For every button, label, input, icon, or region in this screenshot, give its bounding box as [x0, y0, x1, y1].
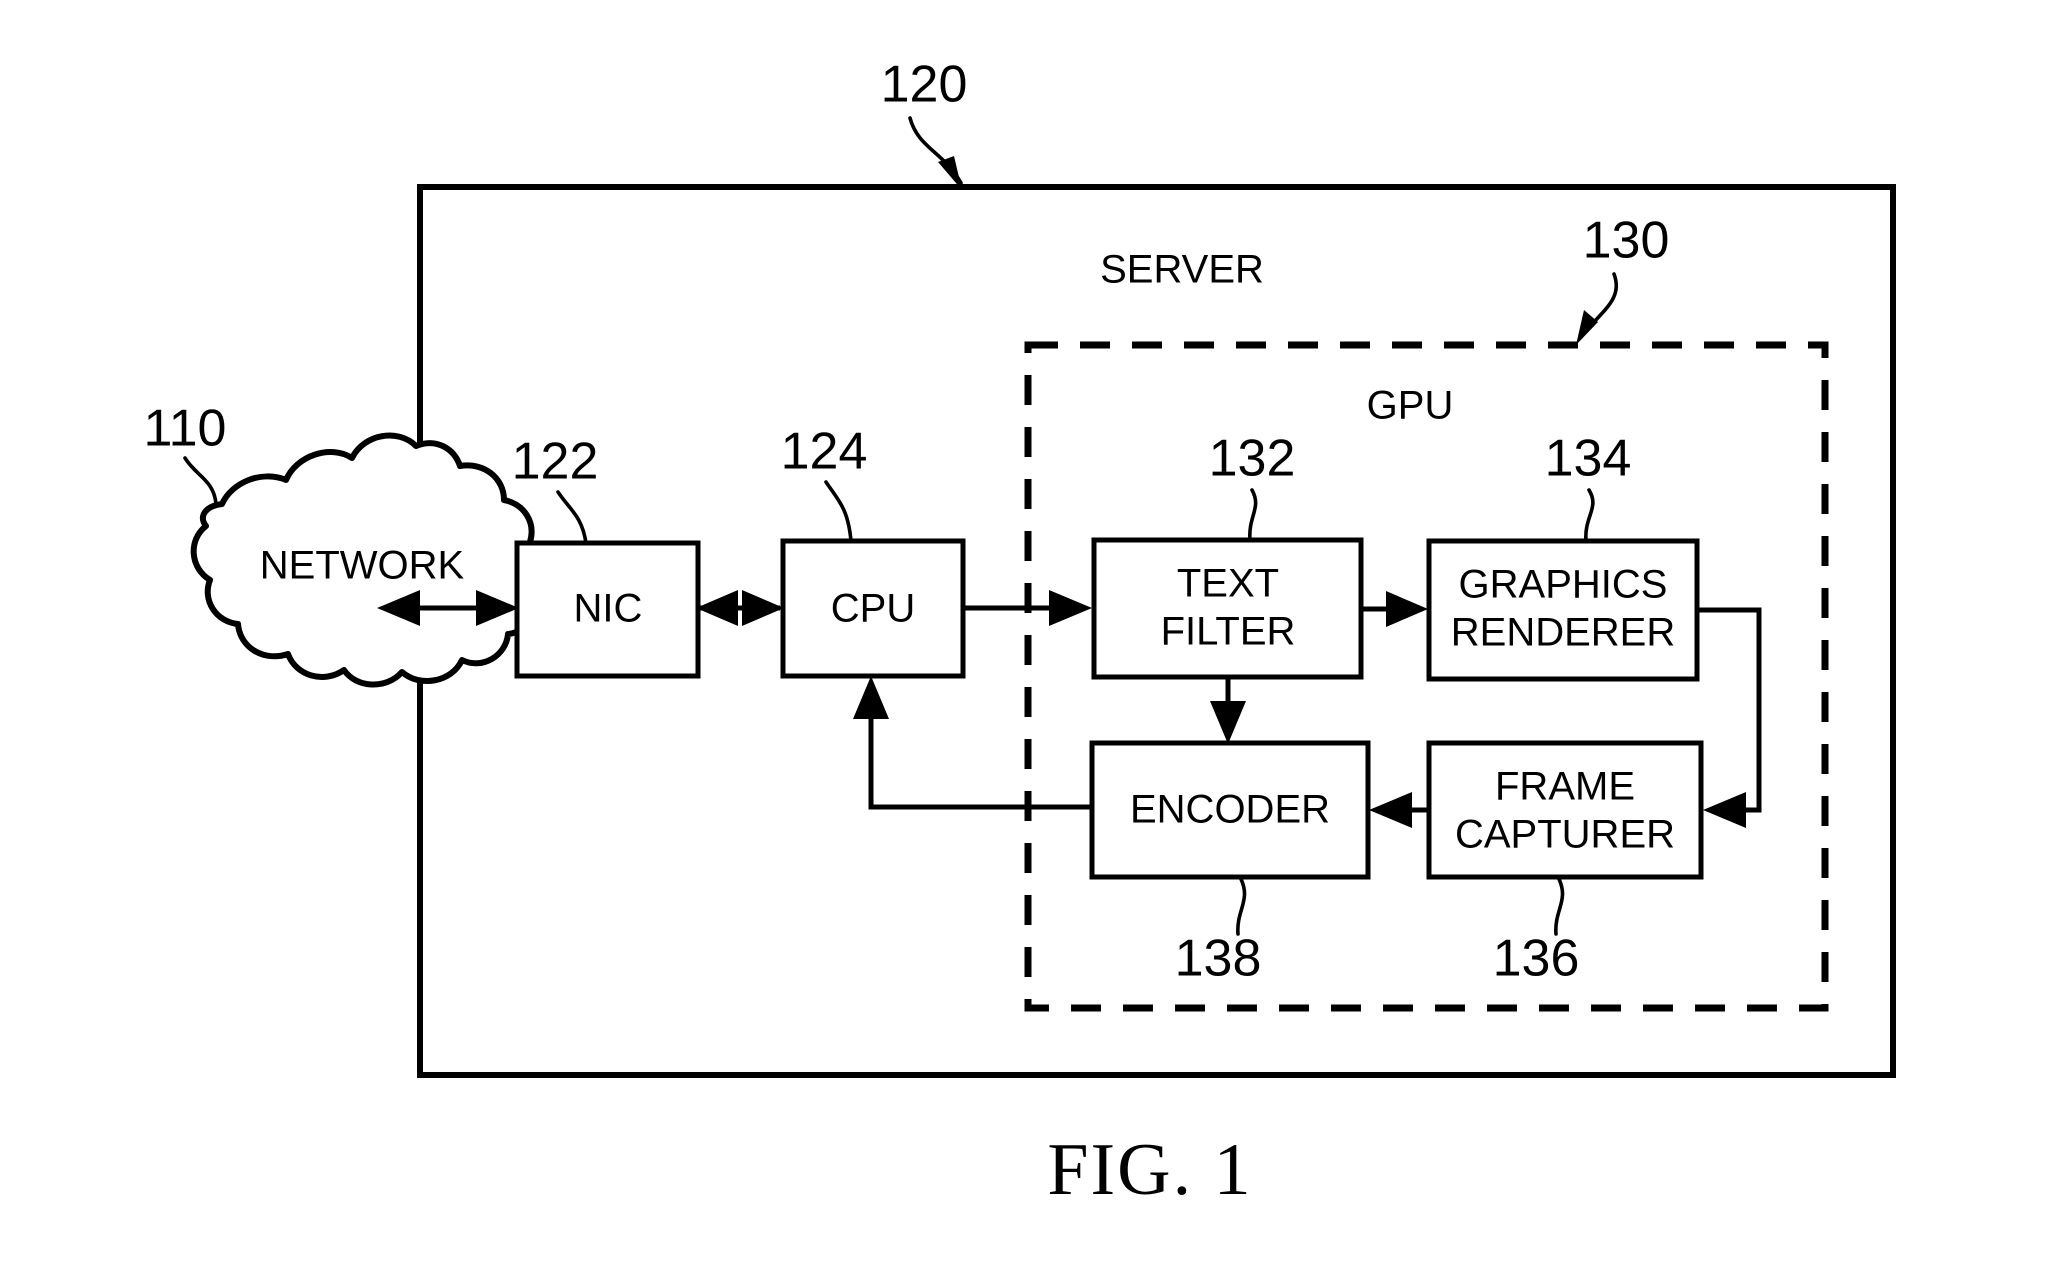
gpu-label: GPU — [1367, 384, 1454, 428]
ref-138: 138 — [1175, 930, 1262, 988]
arrow-nic-cpu-left — [696, 590, 738, 626]
leader-124 — [824, 480, 853, 543]
leader-136 — [1554, 875, 1565, 936]
leader-130-arrowhead — [1576, 310, 1598, 345]
server-label: SERVER — [1100, 248, 1264, 292]
arrow-text-filter-graphics-renderer — [1386, 591, 1428, 627]
ref-110: 110 — [144, 400, 227, 458]
ref-122: 122 — [512, 433, 599, 491]
leader-134 — [1584, 488, 1595, 543]
network-label: NETWORK — [260, 544, 465, 588]
arrow-graphics-renderer-frame-capturer — [1703, 792, 1746, 828]
graphics-renderer-label-line1: GRAPHICS — [1459, 563, 1668, 607]
arrow-cpu-text-filter — [1049, 590, 1092, 626]
leader-122 — [556, 490, 588, 545]
ref-130: 130 — [1583, 212, 1670, 270]
frame-capturer-label-line2: CAPTURER — [1455, 813, 1675, 857]
text-filter-box — [1091, 537, 1364, 680]
graphics-renderer-label-line2: RENDERER — [1451, 611, 1675, 655]
leader-132 — [1248, 488, 1258, 542]
arrow-frame-capturer-encoder — [1369, 792, 1412, 828]
ref-132: 132 — [1209, 430, 1296, 488]
nic-label: NIC — [574, 587, 643, 631]
arrow-encoder-cpu — [853, 676, 889, 719]
cpu-label: CPU — [831, 587, 915, 631]
conn-encoder-cpu — [868, 700, 1092, 810]
ref-120: 120 — [881, 56, 968, 114]
text-filter-label-line1: TEXT — [1177, 562, 1279, 606]
patent-figure: NETWORK 110 NIC 122 CPU 124 SERVER 120 G… — [0, 0, 2066, 1287]
ref-136: 136 — [1493, 930, 1580, 988]
leader-110 — [183, 456, 218, 506]
text-filter-label-line2: FILTER — [1161, 610, 1296, 654]
frame-capturer-label-line1: FRAME — [1495, 765, 1635, 809]
ref-124: 124 — [781, 423, 868, 481]
frame-capturer-box — [1426, 740, 1704, 880]
arrow-text-filter-encoder — [1210, 701, 1246, 744]
arrow-nic-cpu-right — [742, 590, 784, 626]
ref-134: 134 — [1545, 430, 1632, 488]
figure-caption: FIG. 1 — [1047, 1129, 1252, 1211]
encoder-label: ENCODER — [1130, 788, 1330, 832]
figure-1-block-diagram: NETWORK 110 NIC 122 CPU 124 SERVER 120 G… — [144, 56, 1896, 1211]
conn-graphics-renderer-frame-capturer — [1697, 607, 1762, 813]
leader-138 — [1236, 875, 1247, 936]
